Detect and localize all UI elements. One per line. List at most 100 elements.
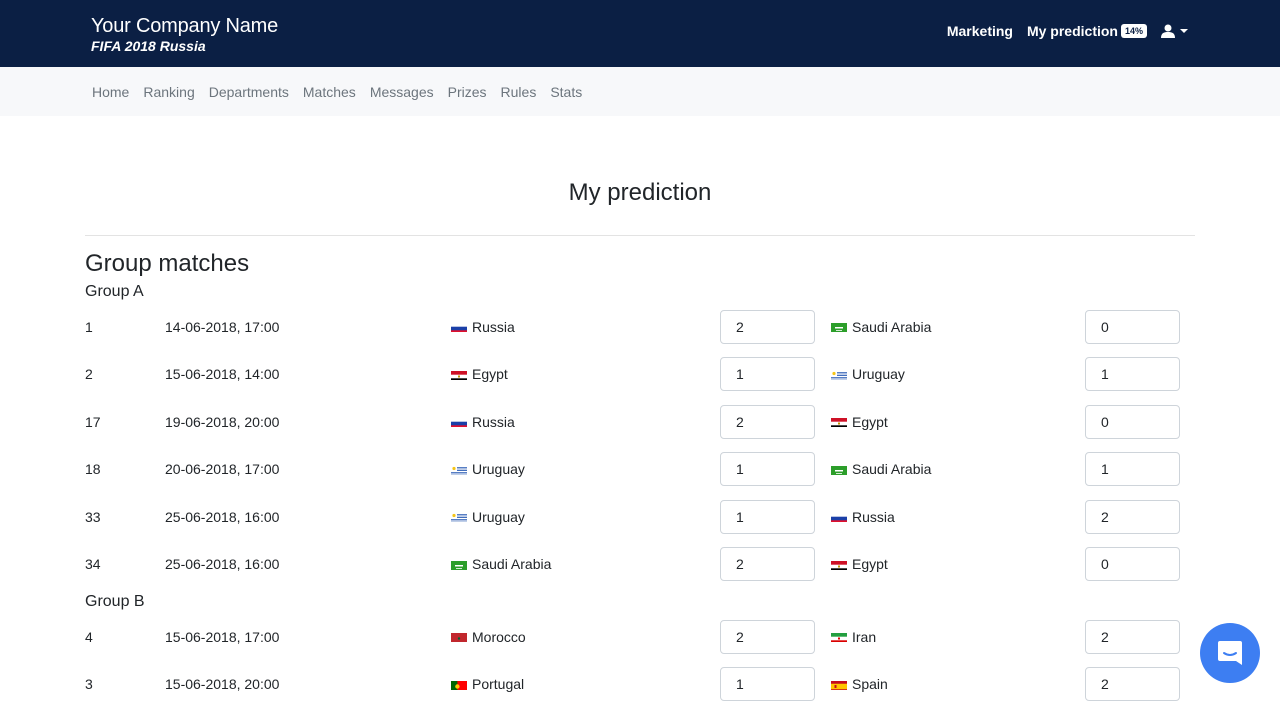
away-team: Russia	[815, 509, 1085, 525]
saudi-flag-icon	[831, 464, 847, 475]
match-number: 1	[85, 318, 93, 335]
match-row: 1 14-06-2018, 17:00 Russia Saudi Arabia	[85, 303, 1195, 351]
egypt-flag-icon	[831, 559, 847, 570]
saudi-flag-icon	[451, 559, 467, 570]
away-team-name: Egypt	[852, 413, 888, 430]
home-team-name: Morocco	[472, 628, 526, 645]
user-menu-toggle[interactable]	[1161, 24, 1188, 39]
match-row: 4 15-06-2018, 17:00 Morocco Iran	[85, 613, 1195, 661]
groups-list: Group A 1 14-06-2018, 17:00 Russia Saudi…	[85, 281, 1195, 703]
russia-flag-icon	[451, 416, 467, 428]
match-row: 34 25-06-2018, 16:00 Saudi Arabia Egypt	[85, 541, 1195, 589]
match-date: 15-06-2018, 14:00	[165, 366, 280, 383]
home-score-input[interactable]	[720, 404, 815, 439]
away-team-name: Egypt	[852, 556, 888, 573]
home-score-input[interactable]	[720, 499, 815, 534]
match-date: 14-06-2018, 17:00	[165, 318, 280, 335]
section-title: Group matches	[85, 250, 250, 277]
away-score-input[interactable]	[1085, 499, 1180, 534]
nav-my-prediction-label: My prediction	[1026, 23, 1118, 39]
away-score-input[interactable]	[1085, 667, 1180, 702]
page-title: My prediction	[568, 179, 712, 206]
home-team: Uruguay	[451, 461, 720, 477]
home-team-name: Russia	[472, 413, 515, 430]
match-date: 15-06-2018, 20:00	[165, 676, 280, 693]
progress-badge: 14%	[1120, 24, 1147, 39]
away-team: Egypt	[815, 556, 1085, 572]
away-score-input[interactable]	[1085, 619, 1180, 654]
home-score-input[interactable]	[720, 667, 815, 702]
away-score-input[interactable]	[1085, 309, 1180, 344]
match-row: 3 15-06-2018, 20:00 Portugal Spain	[85, 661, 1195, 703]
home-team-name: Egypt	[472, 366, 508, 383]
egypt-flag-icon	[831, 416, 847, 428]
saudi-flag-icon	[831, 321, 847, 333]
top-navbar: Your Company Name FIFA 2018 Russia Marke…	[0, 0, 1280, 67]
group-title: Group A	[85, 283, 144, 300]
away-team: Uruguay	[815, 366, 1085, 382]
chat-widget-button[interactable]	[1200, 623, 1260, 683]
away-team: Iran	[815, 629, 1085, 645]
portugal-flag-icon	[451, 679, 467, 690]
match-row: 18 20-06-2018, 17:00 Uruguay Saudi Arabi…	[85, 446, 1195, 494]
divider	[85, 235, 1195, 236]
subnav-messages[interactable]: Messages	[363, 84, 441, 100]
uruguay-flag-icon	[451, 511, 467, 523]
subnav-home[interactable]: Home	[85, 84, 136, 100]
match-date: 25-06-2018, 16:00	[165, 508, 280, 525]
home-score-input[interactable]	[720, 309, 815, 344]
away-team-name: Saudi Arabia	[852, 318, 932, 335]
match-date: 20-06-2018, 17:00	[165, 461, 280, 478]
home-team: Egypt	[451, 366, 720, 382]
match-number: 33	[85, 508, 101, 525]
spain-flag-icon	[831, 679, 847, 690]
group-title: Group B	[85, 593, 145, 610]
away-team-name: Saudi Arabia	[852, 461, 932, 478]
iran-flag-icon	[831, 631, 847, 643]
russia-flag-icon	[831, 511, 847, 523]
subnav-stats[interactable]: Stats	[543, 84, 589, 100]
subnav-departments[interactable]: Departments	[202, 84, 296, 100]
home-score-input[interactable]	[720, 547, 815, 582]
sub-navbar: Home Ranking Departments Matches Message…	[0, 67, 1280, 116]
away-score-input[interactable]	[1085, 404, 1180, 439]
match-number: 18	[85, 461, 101, 478]
away-score-input[interactable]	[1085, 547, 1180, 582]
home-team-name: Uruguay	[472, 508, 525, 525]
home-team-name: Portugal	[472, 676, 525, 693]
uruguay-flag-icon	[451, 464, 467, 475]
home-score-input[interactable]	[720, 619, 815, 654]
home-team: Russia	[451, 319, 720, 335]
user-icon	[1161, 24, 1175, 39]
away-team: Saudi Arabia	[815, 319, 1085, 335]
subnav-matches[interactable]: Matches	[296, 84, 363, 100]
away-team: Spain	[815, 676, 1085, 692]
match-number: 34	[85, 556, 101, 573]
match-row: 17 19-06-2018, 20:00 Russia Egypt	[85, 398, 1195, 446]
match-row: 33 25-06-2018, 16:00 Uruguay Russia	[85, 493, 1195, 541]
subnav-rules[interactable]: Rules	[494, 84, 544, 100]
away-team: Saudi Arabia	[815, 461, 1085, 477]
uruguay-flag-icon	[831, 369, 847, 380]
chat-icon	[1218, 641, 1242, 665]
home-team-name: Uruguay	[472, 461, 525, 478]
home-score-input[interactable]	[720, 357, 815, 392]
subnav-prizes[interactable]: Prizes	[441, 84, 494, 100]
home-team: Saudi Arabia	[451, 556, 720, 572]
away-score-input[interactable]	[1085, 357, 1180, 392]
morocco-flag-icon	[451, 631, 467, 643]
match-number: 17	[85, 413, 101, 430]
match-date: 19-06-2018, 20:00	[165, 413, 280, 430]
subnav-ranking[interactable]: Ranking	[136, 84, 201, 100]
home-team: Uruguay	[451, 509, 720, 525]
chevron-down-icon	[1180, 29, 1188, 34]
away-score-input[interactable]	[1085, 452, 1180, 487]
nav-my-prediction[interactable]: My prediction 14%	[1027, 23, 1147, 39]
brand-subtitle: FIFA 2018 Russia	[91, 38, 206, 54]
brand[interactable]: Your Company Name FIFA 2018 Russia	[91, 14, 278, 54]
nav-marketing[interactable]: Marketing	[947, 23, 1013, 39]
home-team-name: Russia	[472, 318, 515, 335]
home-score-input[interactable]	[720, 452, 815, 487]
away-team: Egypt	[815, 414, 1085, 430]
match-number: 4	[85, 628, 93, 645]
